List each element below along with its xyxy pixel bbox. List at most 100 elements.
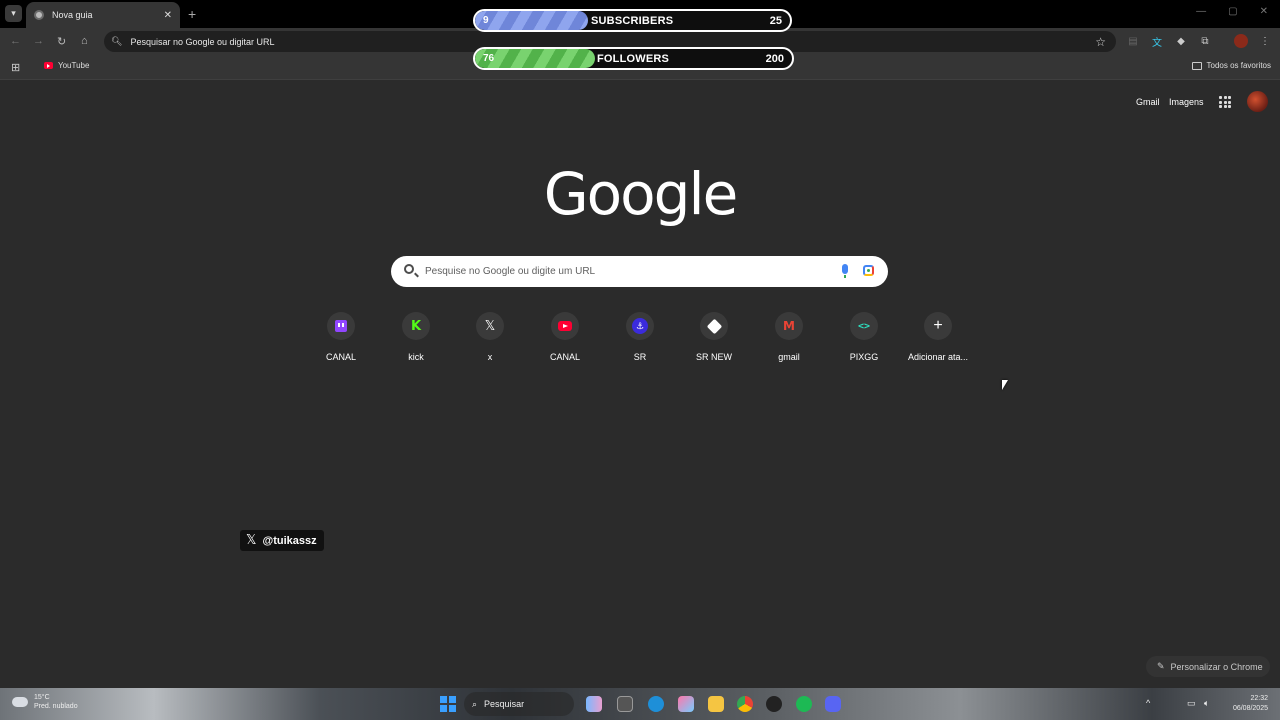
maximize-icon[interactable]: ▢	[1228, 6, 1237, 17]
x-icon: 𝕏	[484, 318, 496, 334]
copilot-icon[interactable]	[678, 696, 694, 712]
taskbar: 15°C Pred. nublado ⌕ Pesquisar ^ ▭ 🔈︎ 22…	[0, 688, 1280, 720]
weather-temp: 15°C	[34, 694, 50, 701]
bookmark-star-icon[interactable]: ☆	[1095, 35, 1106, 49]
google-search-box[interactable]	[391, 256, 888, 287]
gmail-link[interactable]: Gmail	[1136, 97, 1160, 107]
subscribers-current: 9	[483, 15, 489, 26]
edge-icon[interactable]	[648, 696, 664, 712]
menu-kebab-icon[interactable]: ⋮	[1258, 34, 1272, 48]
shortcut-kick[interactable]: K kick	[380, 312, 452, 362]
shortcut-label: PIXGG	[849, 352, 879, 362]
tab-search-button[interactable]: ▾	[5, 5, 22, 22]
task-view-icon[interactable]	[617, 696, 633, 712]
subscribers-goal: 25	[769, 14, 782, 27]
google-apps-icon[interactable]	[1219, 96, 1231, 108]
extension-icon[interactable]: ◆	[1174, 34, 1188, 48]
puzzle-icon[interactable]: ⧉	[1198, 34, 1212, 48]
clock-time: 22:32	[1250, 695, 1268, 702]
google-logo: Google	[543, 160, 739, 228]
clock[interactable]: 22:32 06/08/2025	[1233, 694, 1268, 714]
app-icon[interactable]	[766, 696, 782, 712]
account-avatar[interactable]	[1247, 91, 1268, 112]
followers-current: 76	[483, 53, 495, 64]
search-icon: ⌕	[472, 698, 478, 709]
screen: ▾ Nova guia ✕ + — ▢ ✕ ← → ↻ ⌂ 🔍︎ Pesquis…	[0, 0, 1280, 720]
reload-icon[interactable]: ↻	[57, 35, 66, 48]
shortcut-canal-youtube[interactable]: CANAL	[529, 312, 601, 362]
x-handle-text: @tuikassz	[262, 534, 317, 547]
shortcut-canal-twitch[interactable]: CANAL	[305, 312, 377, 362]
youtube-icon	[558, 321, 572, 331]
close-window-icon[interactable]: ✕	[1260, 6, 1268, 17]
shortcut-gmail[interactable]: M gmail	[753, 312, 825, 362]
search-icon: 🔍︎	[111, 36, 123, 46]
followers-goal-bar: 76 FOLLOWERS 200	[473, 47, 794, 70]
back-icon[interactable]: ←	[10, 35, 21, 47]
volume-icon[interactable]: 🔈︎	[1204, 698, 1209, 709]
shortcut-sr-new[interactable]: SR NEW	[678, 312, 750, 362]
customize-chrome-button[interactable]: ✎ Personalizar o Chrome	[1146, 656, 1270, 677]
weather-desc: Pred. nublado	[34, 703, 78, 710]
extension-icon[interactable]: ▤	[1126, 34, 1140, 48]
minimize-icon[interactable]: —	[1196, 6, 1206, 17]
forward-icon[interactable]: →	[33, 35, 44, 47]
taskbar-search-label: Pesquisar	[484, 699, 525, 709]
new-tab-button[interactable]: +	[188, 6, 196, 22]
diamond-icon	[706, 318, 722, 334]
taskbar-search[interactable]: ⌕ Pesquisar	[464, 692, 574, 716]
profile-avatar[interactable]	[1234, 34, 1248, 48]
microphone-icon[interactable]	[842, 264, 848, 278]
clock-date: 06/08/2025	[1232, 705, 1268, 712]
customize-label: Personalizar o Chrome	[1170, 661, 1263, 672]
folder-icon	[1191, 61, 1202, 70]
subscribers-progress-fill	[475, 11, 589, 30]
chrome-icon[interactable]	[737, 696, 753, 712]
google-lens-icon[interactable]	[863, 265, 874, 276]
close-icon[interactable]: ✕	[164, 10, 172, 21]
subscribers-label: SUBSCRIBERS	[591, 14, 674, 27]
bookmark-label: YouTube	[58, 61, 90, 70]
widgets-icon[interactable]	[586, 696, 602, 712]
x-handle-overlay: 𝕏 @tuikassz	[240, 530, 324, 551]
network-icon[interactable]: ▭	[1187, 698, 1196, 709]
window-controls: — ▢ ✕	[1196, 6, 1268, 17]
tab-new-tab[interactable]: Nova guia ✕	[26, 2, 180, 28]
shortcut-label: Adicionar ata...	[907, 352, 969, 362]
images-link[interactable]: Imagens	[1169, 97, 1204, 107]
all-bookmarks-label: Todos os favoritos	[1206, 61, 1271, 70]
shortcut-label: kick	[408, 352, 424, 362]
shortcut-x[interactable]: 𝕏 x	[454, 312, 526, 362]
home-icon[interactable]: ⌂	[81, 35, 88, 47]
all-bookmarks-button[interactable]: Todos os favoritos	[1191, 61, 1271, 70]
kick-icon: K	[410, 318, 422, 334]
cloud-icon	[12, 697, 28, 707]
file-explorer-icon[interactable]	[708, 696, 724, 712]
search-icon	[404, 264, 414, 274]
shortcut-add[interactable]: + Adicionar ata...	[902, 312, 974, 362]
shortcut-sr[interactable]: ⚓︎ SR	[604, 312, 676, 362]
pencil-icon: ✎	[1157, 661, 1165, 671]
chevron-up-icon[interactable]: ^	[1146, 698, 1150, 708]
weather-widget[interactable]: 15°C Pred. nublado	[12, 693, 78, 711]
shortcut-label: gmail	[778, 352, 800, 362]
twitch-icon	[335, 320, 347, 332]
mouse-cursor	[1002, 380, 1008, 390]
search-input[interactable]	[425, 263, 825, 280]
shortcut-label: x	[487, 352, 493, 362]
omnibox-text: Pesquisar no Google ou digitar URL	[130, 36, 275, 47]
windows-start-icon[interactable]	[440, 696, 456, 712]
shortcut-label: SR	[633, 352, 647, 362]
followers-goal: 200	[765, 52, 784, 65]
apps-grid-icon[interactable]: ⊞	[11, 61, 20, 74]
spotify-icon[interactable]	[796, 696, 812, 712]
subscribers-goal-bar: 9 SUBSCRIBERS 25	[473, 9, 792, 32]
shortcut-pixgg[interactable]: <> PIXGG	[828, 312, 900, 362]
x-logo-icon: 𝕏	[246, 533, 257, 548]
shortcut-label: CANAL	[549, 352, 580, 362]
bookmark-youtube[interactable]: YouTube	[44, 61, 89, 70]
discord-icon[interactable]	[825, 696, 841, 712]
shortcut-label: CANAL	[325, 352, 356, 362]
translate-extension-icon[interactable]: 文	[1150, 34, 1164, 49]
chrome-icon	[34, 10, 44, 20]
